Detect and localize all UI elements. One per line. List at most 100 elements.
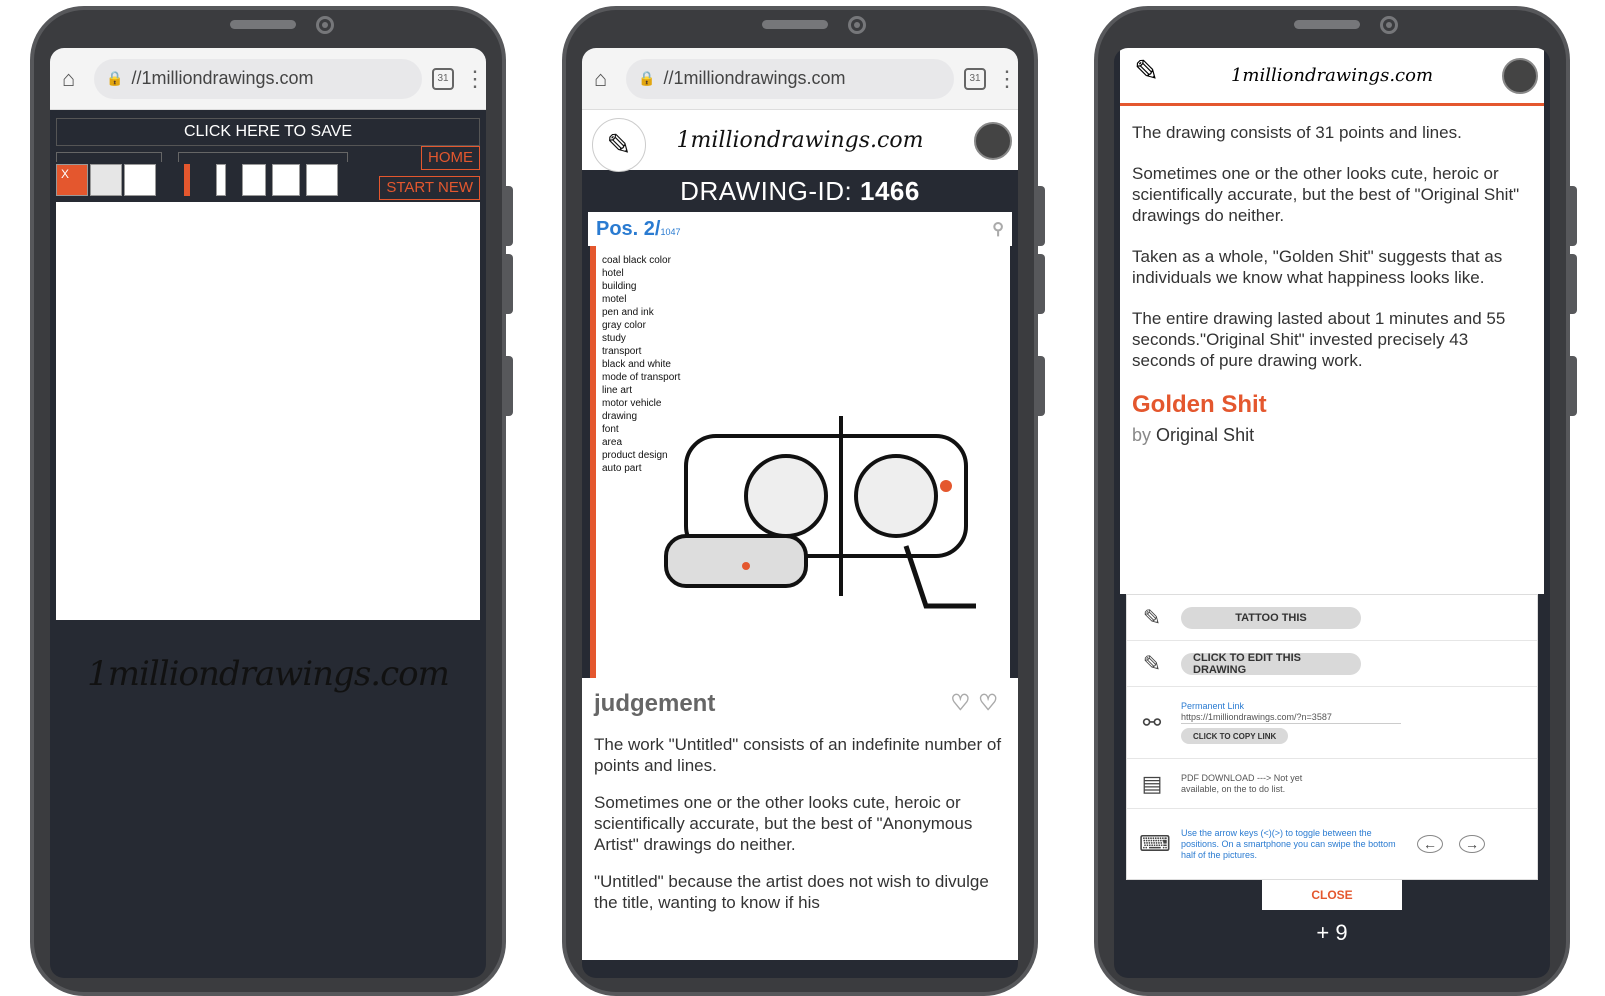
drawing-id-value: 1466 [859,176,920,206]
drawing-id-label: DRAWING-ID: [680,176,853,206]
camera [1380,16,1398,34]
address-bar[interactable]: 🔒 //1milliondrawings.com [626,58,954,99]
by-prefix: by [1132,425,1152,445]
permalink-row: ⚯ Permanent Link https://1milliondrawing… [1127,687,1537,759]
artwork-author: by Original Shit [1132,425,1532,446]
color-swatch-white[interactable] [124,164,156,196]
tabs-icon[interactable]: 31 [432,67,454,90]
line-width-2[interactable] [216,164,226,196]
save-button[interactable]: CLICK HERE TO SAVE [56,118,480,146]
drawing-tools: X HOME START NEW [50,146,486,202]
speaker [1294,20,1360,29]
site-logo[interactable]: 1milliondrawings.com [677,128,924,153]
tag-item: motel [602,293,681,306]
line-width-1[interactable] [184,164,190,196]
judgement-paragraph: Sometimes one or the other looks cute, h… [594,793,973,854]
tabs-icon[interactable]: 31 [964,67,986,90]
tag-item: building [602,280,681,293]
site-header: ✎ 1milliondrawings.com [1120,48,1544,106]
pdf-icon: ▤ [1141,770,1163,796]
lock-icon: 🔒 [638,70,656,86]
overflow-menu-icon[interactable]: ⋮ [464,66,486,92]
site-logo[interactable]: 1milliondrawings.com [1231,65,1433,86]
pen-icon[interactable]: ✎ [1134,54,1159,89]
overflow-menu-icon[interactable]: ⋮ [996,66,1018,92]
tag-item: black and white [602,358,681,371]
home-icon[interactable]: ⌂ [62,67,84,90]
url-text: //1milliondrawings.com [663,68,846,88]
drawing-artwork [664,416,976,609]
judgement-paragraph: "Untitled" because the artist does not w… [594,872,989,912]
judgement-paragraph: The work "Untitled" consists of an indef… [594,735,1002,775]
line-label [178,152,348,162]
description-paragraph: Sometimes one or the other looks cute, h… [1132,164,1520,225]
tag-item: transport [602,345,681,358]
description-card: ✎ 1milliondrawings.com The drawing consi… [1120,48,1544,594]
artwork-title: Golden Shit [1132,391,1267,418]
share-icon: ⚯ [1142,709,1162,735]
permalink-label[interactable]: Permanent Link [1181,701,1244,711]
artist-name[interactable]: Original Shit [1156,425,1254,445]
color-swatch-gray[interactable] [90,164,122,196]
pen-icon: ✎ [1142,650,1162,676]
home-link[interactable]: HOME [421,146,480,170]
judgement-title: judgement [594,690,716,717]
phone-screen-3: ✎ 1milliondrawings.com The drawing consi… [1114,48,1550,978]
tag-item: pen and ink [602,306,681,319]
judgement-section: judgement ♡♡ The work "Untitled" consists… [582,678,1018,960]
tag-item: mode of transport [602,371,681,384]
description-paragraph: Taken as a whole, "Golden Shit" suggests… [1132,247,1503,287]
tag-item: coal black color [602,254,681,267]
tag-item: hotel [602,267,681,280]
site-logo: 1milliondrawings.com [87,654,450,694]
phone-frame-2: ⌂ 🔒 //1milliondrawings.com 31 ⋮ ✎ 1milli… [562,6,1045,996]
close-button[interactable]: CLOSE [1262,880,1402,910]
description-paragraph: The drawing consists of 31 points and li… [1132,123,1462,142]
phone-frame-3: ✎ 1milliondrawings.com The drawing consi… [1094,6,1577,996]
tattoo-row: ✎ TATTOO THIS [1127,595,1537,641]
plus-count[interactable]: + 9 [1114,920,1550,946]
browser-toolbar: ⌂ 🔒 //1milliondrawings.com 31 ⋮ [582,48,1018,110]
description-text: The drawing consists of 31 points and li… [1132,122,1532,371]
info-icon[interactable]: ⚲ [992,219,1004,239]
line-width-4[interactable] [272,164,300,196]
edit-drawing-button[interactable]: CLICK TO EDIT THIS DRAWING [1181,652,1361,676]
copy-link-button[interactable]: CLICK TO COPY LINK [1181,728,1289,744]
edit-row: ✎ CLICK TO EDIT THIS DRAWING [1127,641,1537,687]
action-panel: ✎ TATTOO THIS ✎ CLICK TO EDIT THIS DRAWI… [1126,594,1538,880]
tattoo-button[interactable]: TATTOO THIS [1181,606,1361,629]
speaker [230,20,296,29]
keyboard-icon: ⌨ [1139,831,1171,856]
line-width-3[interactable] [242,164,266,196]
description-paragraph: The entire drawing lasted about 1 minute… [1132,309,1506,370]
phone-screen-2: ⌂ 🔒 //1milliondrawings.com 31 ⋮ ✎ 1milli… [582,48,1018,978]
position-bar: Pos. 2/1047 ⚲ [588,212,1012,246]
url-text: //1milliondrawings.com [131,68,314,88]
tag-item: gray color [602,319,681,332]
drawing-panel[interactable]: coal black color hotel building motel pen an… [590,246,1010,678]
pen-icon[interactable]: ✎ [592,118,646,172]
clear-button[interactable]: X [56,164,88,196]
drawing-canvas[interactable] [56,202,480,620]
pen-icon: ✎ [1142,604,1162,630]
menu-icon[interactable] [974,122,1012,160]
prev-arrow-icon[interactable]: ← [1417,835,1443,853]
line-width-5[interactable] [306,164,338,196]
pdf-text: PDF DOWNLOAD ---> Not yet available, on … [1181,772,1303,794]
heart-icons[interactable]: ♡♡ [951,690,1006,718]
next-arrow-icon[interactable]: → [1459,835,1485,853]
tag-item: study [602,332,681,345]
start-new-link[interactable]: START NEW [379,176,480,200]
camera [848,16,866,34]
browser-toolbar: ⌂ 🔒 //1milliondrawings.com 31 ⋮ [50,48,486,110]
permalink-url[interactable]: https://1milliondrawings.com/?n=3587 [1181,712,1401,724]
navigation-row: ⌨ Use the arrow keys (<)(>) to toggle be… [1127,809,1537,879]
menu-icon[interactable] [1502,58,1538,94]
speaker [762,20,828,29]
navigation-hint: Use the arrow keys (<)(>) to toggle betw… [1181,827,1396,860]
position-total: 1047 [660,226,681,237]
home-icon[interactable]: ⌂ [594,67,616,90]
address-bar[interactable]: 🔒 //1milliondrawings.com [94,58,422,99]
pdf-row: ▤ PDF DOWNLOAD ---> Not yet available, o… [1127,759,1537,809]
drawing-id-heading: DRAWING-ID: 1466 [582,170,1018,212]
